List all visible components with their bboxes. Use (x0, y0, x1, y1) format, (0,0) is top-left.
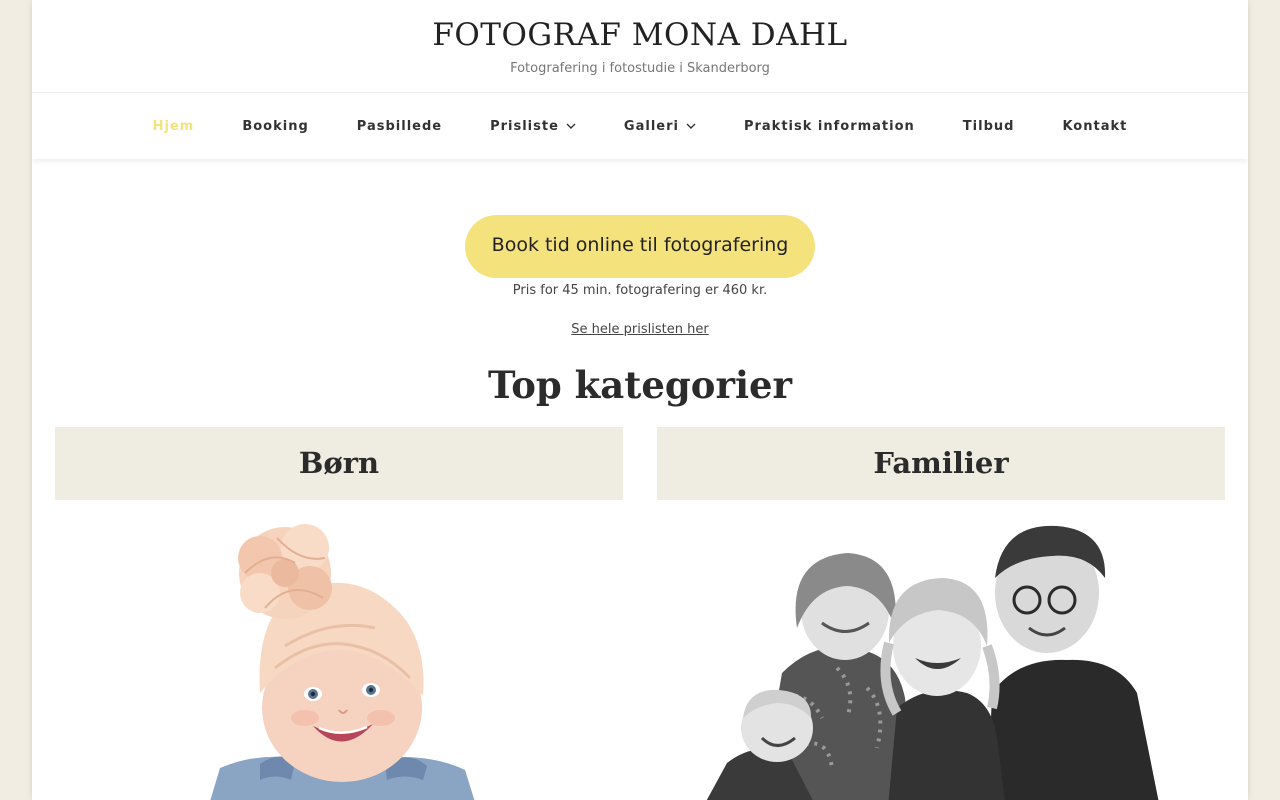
nav-item-label: Galleri (623, 118, 679, 134)
section-title: Top kategorier (487, 363, 793, 407)
book-online-button[interactable]: Book tid online til fotografering (464, 215, 816, 278)
price-list-link[interactable]: Se hele prislisten her (571, 322, 708, 337)
category-title[interactable]: Familier (657, 427, 1225, 500)
baby-illustration (210, 524, 475, 800)
category-card-born[interactable]: Børn (55, 427, 623, 800)
family-photo[interactable] (657, 518, 1225, 800)
nav-item-label: Booking (242, 118, 309, 134)
nav-item-prisliste[interactable]: Prisliste (490, 119, 576, 134)
page-container: FOTOGRAF MONA DAHL Fotografering i fotos… (32, 0, 1248, 800)
chevron-down-icon (686, 123, 696, 129)
nav-item-galleri[interactable]: Galleri (624, 119, 696, 134)
price-note: Pris for 45 min. fotografering er 460 kr… (512, 283, 768, 298)
nav-item-label: Kontakt (1062, 118, 1128, 134)
category-grid: Børn Familier (32, 407, 1248, 800)
nav-item-booking[interactable]: Booking (242, 119, 308, 134)
family-illustration (706, 525, 1159, 800)
category-card-familier[interactable]: Familier (657, 427, 1225, 800)
nav-item-label: Tilbud (962, 118, 1015, 134)
category-title[interactable]: Børn (55, 427, 623, 500)
nav-item-label: Praktisk information (743, 118, 915, 134)
main-content: Book tid online til fotografering Pris f… (32, 159, 1248, 800)
baby-photo[interactable] (55, 518, 623, 800)
site-title[interactable]: FOTOGRAF MONA DAHL (32, 0, 1248, 53)
main-nav: Hjem Booking Pasbillede Prisliste Galler… (32, 93, 1248, 159)
nav-item-pasbillede[interactable]: Pasbillede (357, 119, 442, 134)
nav-item-tilbud[interactable]: Tilbud (963, 119, 1015, 134)
nav-item-kontakt[interactable]: Kontakt (1062, 119, 1127, 134)
nav-item-hjem[interactable]: Hjem (153, 119, 195, 134)
site-tagline: Fotografering i fotostudie i Skanderborg (510, 61, 770, 76)
nav-item-label: Pasbillede (356, 118, 443, 134)
nav-item-label: Prisliste (490, 118, 559, 134)
nav-item-label: Hjem (152, 118, 195, 134)
nav-item-praktisk-information[interactable]: Praktisk information (744, 119, 915, 134)
chevron-down-icon (566, 123, 576, 129)
site-header: FOTOGRAF MONA DAHL Fotografering i fotos… (32, 0, 1248, 93)
